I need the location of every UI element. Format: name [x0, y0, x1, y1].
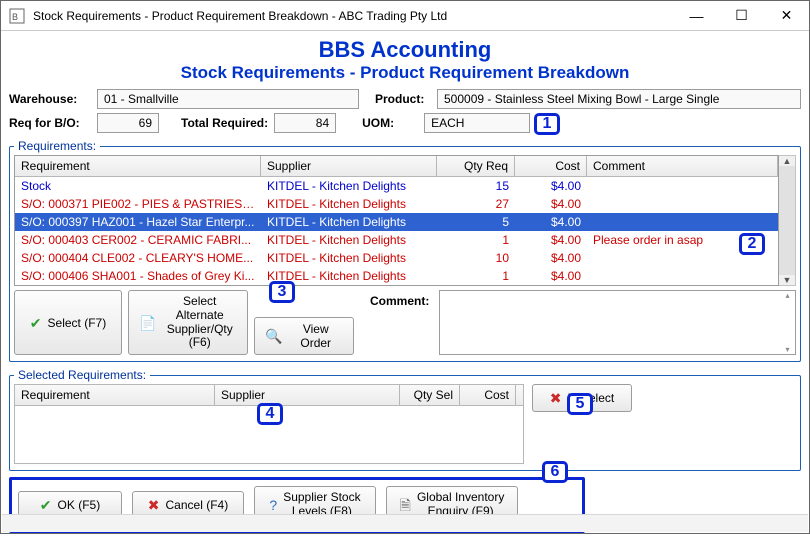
req-bo-field[interactable]: 69 [97, 113, 159, 133]
window-title: Stock Requirements - Product Requirement… [33, 9, 674, 23]
col-requirement[interactable]: Requirement [15, 156, 261, 176]
ok-check-icon: ✔ [40, 498, 52, 512]
cell-qty: 1 [437, 268, 515, 284]
cell-requirement: S/O: 000371 PIE002 - PIES & PASTRIES ... [15, 196, 261, 212]
cell-cost: $4.00 [515, 196, 587, 212]
cell-cost: $4.00 [515, 250, 587, 266]
minimize-button[interactable]: — [674, 1, 719, 31]
cell-comment [587, 203, 778, 205]
svg-text:B: B [12, 12, 18, 22]
table-row[interactable]: StockKITDEL - Kitchen Delights15$4.00 [15, 177, 778, 195]
cell-supplier: KITDEL - Kitchen Delights [261, 250, 437, 266]
maximize-button[interactable]: ☐ [719, 1, 764, 31]
col-qty[interactable]: Qty Req [437, 156, 515, 176]
check-icon: ✔ [30, 316, 42, 330]
select-button[interactable]: ✔ Select (F7) [14, 290, 122, 355]
cell-requirement: Stock [15, 178, 261, 194]
cell-requirement: S/O: 000404 CLE002 - CLEARY'S HOME... [15, 250, 261, 266]
cell-comment [587, 257, 778, 259]
col-cost[interactable]: Cost [515, 156, 587, 176]
cell-supplier: KITDEL - Kitchen Delights [261, 214, 437, 230]
ok-label: OK (F5) [58, 498, 101, 512]
cell-supplier: KITDEL - Kitchen Delights [261, 232, 437, 248]
help-icon: ? [269, 498, 277, 512]
comment-label: Comment: [360, 290, 433, 355]
table-row[interactable]: S/O: 000404 CLE002 - CLEARY'S HOME...KIT… [15, 249, 778, 267]
titlebar: B Stock Requirements - Product Requireme… [1, 1, 809, 31]
deselect-button[interactable]: ✖ Deselect [532, 384, 632, 412]
view-order-label: View Order [288, 322, 343, 350]
deselect-label: Deselect [568, 391, 615, 405]
table-row[interactable]: S/O: 000371 PIE002 - PIES & PASTRIES ...… [15, 195, 778, 213]
sel-col-cost[interactable]: Cost [460, 385, 516, 405]
product-label: Product: [375, 92, 431, 106]
cell-qty: 10 [437, 250, 515, 266]
comment-box[interactable]: ▴▾ [439, 290, 796, 355]
app-icon: B [7, 6, 27, 26]
cell-qty: 15 [437, 178, 515, 194]
comment-scrollbar[interactable]: ▴▾ [780, 291, 795, 354]
requirements-table[interactable]: Requirement Supplier Qty Req Cost Commen… [14, 155, 779, 286]
table-row[interactable]: S/O: 000403 CER002 - CERAMIC FABRI...KIT… [15, 231, 778, 249]
cancel-label: Cancel (F4) [166, 498, 229, 512]
cell-cost: $4.00 [515, 178, 587, 194]
uom-field[interactable]: EACH [424, 113, 530, 133]
close-button[interactable]: ✕ [764, 1, 809, 31]
requirements-legend: Requirements: [14, 139, 100, 153]
requirements-header: Requirement Supplier Qty Req Cost Commen… [15, 156, 778, 177]
cell-qty: 27 [437, 196, 515, 212]
product-field[interactable]: 500009 - Stainless Steel Mixing Bowl - L… [437, 89, 801, 109]
table-row[interactable]: S/O: 000397 HAZ001 - Hazel Star Enterpr.… [15, 213, 778, 231]
cell-comment [587, 185, 778, 187]
cell-supplier: KITDEL - Kitchen Delights [261, 268, 437, 284]
sel-col-qty[interactable]: Qty Sel [400, 385, 460, 405]
cell-supplier: KITDEL - Kitchen Delights [261, 178, 437, 194]
table-row[interactable]: S/O: 000406 SHA001 - Shades of Grey Ki..… [15, 267, 778, 285]
cell-comment [587, 275, 778, 277]
status-bar [2, 514, 808, 532]
selected-table[interactable]: Requirement Supplier Qty Sel Cost [14, 384, 524, 464]
cell-qty: 5 [437, 214, 515, 230]
screen-heading: Stock Requirements - Product Requirement… [9, 63, 801, 83]
selected-legend: Selected Requirements: [14, 368, 150, 382]
x-icon: ✖ [550, 391, 562, 405]
doc-icon: 📄 [139, 316, 156, 330]
cell-comment [587, 221, 778, 223]
warehouse-label: Warehouse: [9, 92, 91, 106]
requirements-group: Requirements: Requirement Supplier Qty R… [9, 139, 801, 362]
app-heading: BBS Accounting [9, 37, 801, 63]
scroll-down-icon[interactable]: ▼ [783, 275, 792, 285]
alt-supplier-button[interactable]: 📄 Select Alternate Supplier/Qty (F6) [128, 290, 248, 355]
col-supplier[interactable]: Supplier [261, 156, 437, 176]
cell-cost: $4.00 [515, 214, 587, 230]
select-button-label: Select (F7) [48, 316, 107, 330]
cell-cost: $4.00 [515, 232, 587, 248]
scroll-up-icon[interactable]: ▲ [783, 156, 792, 166]
cell-requirement: S/O: 000403 CER002 - CERAMIC FABRI... [15, 232, 261, 248]
selected-group: Selected Requirements: Requirement Suppl… [9, 368, 801, 471]
total-required-label: Total Required: [181, 116, 268, 130]
uom-label: UOM: [362, 116, 418, 130]
alt-supplier-label: Select Alternate Supplier/Qty (F6) [162, 295, 237, 350]
cell-comment: Please order in asap [587, 232, 778, 248]
cancel-x-icon: ✖ [148, 498, 160, 512]
view-order-button[interactable]: 🔍 View Order [254, 317, 354, 355]
req-bo-label: Req for B/O: [9, 116, 91, 130]
cell-requirement: S/O: 000406 SHA001 - Shades of Grey Ki..… [15, 268, 261, 284]
report-icon: 🗎 [400, 498, 411, 512]
col-comment[interactable]: Comment [587, 156, 778, 176]
sel-col-requirement[interactable]: Requirement [15, 385, 215, 405]
magnify-icon: 🔍 [265, 329, 282, 343]
total-required-field[interactable]: 84 [274, 113, 336, 133]
sel-col-supplier[interactable]: Supplier [215, 385, 400, 405]
cell-cost: $4.00 [515, 268, 587, 284]
cell-supplier: KITDEL - Kitchen Delights [261, 196, 437, 212]
scroll-thumb[interactable] [779, 166, 795, 275]
warehouse-field[interactable]: 01 - Smallville [97, 89, 359, 109]
cell-requirement: S/O: 000397 HAZ001 - Hazel Star Enterpr.… [15, 214, 261, 230]
requirements-scrollbar[interactable]: ▲ ▼ [779, 155, 796, 286]
cell-qty: 1 [437, 232, 515, 248]
